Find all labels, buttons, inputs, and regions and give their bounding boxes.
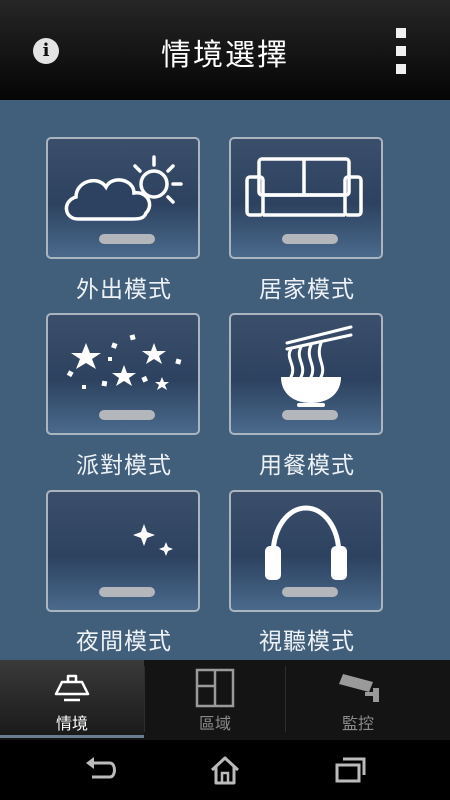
scene-tile-av[interactable] <box>229 490 383 612</box>
scene-indicator <box>282 587 338 597</box>
tab-label: 區域 <box>198 714 231 733</box>
scene-tile-away[interactable] <box>46 137 200 259</box>
scene-label: 派對模式 <box>76 453 172 479</box>
scene-indicator <box>99 587 155 597</box>
system-nav-bar <box>0 740 450 800</box>
recent-apps-icon[interactable] <box>334 755 366 785</box>
tab-label: 監控 <box>341 714 374 733</box>
scene-tile-party[interactable] <box>46 313 200 435</box>
tab-monitor[interactable]: 監控 <box>286 660 430 738</box>
page-title: 情境選擇 <box>161 38 289 73</box>
scene-label: 居家模式 <box>259 277 355 303</box>
scene-tile-night[interactable] <box>46 490 200 612</box>
bottom-tab-bar: 情境 區域 監控 <box>0 660 450 740</box>
scene-indicator <box>99 410 155 420</box>
floorplan-icon <box>195 668 235 708</box>
home-icon[interactable] <box>209 755 241 785</box>
lamp-icon <box>54 674 90 702</box>
scene-label: 夜間模式 <box>76 629 172 655</box>
scene-indicator <box>282 410 338 420</box>
scene-grid: 外出模式 居家模式 派對模式 用餐模式 夜間模式 視聽模式 <box>0 100 450 660</box>
scene-label: 外出模式 <box>76 277 172 303</box>
tab-scene[interactable]: 情境 <box>0 660 144 738</box>
overflow-menu-icon[interactable] <box>392 28 412 74</box>
scene-label: 視聽模式 <box>259 629 355 655</box>
scene-indicator <box>282 234 338 244</box>
tab-label: 情境 <box>55 714 88 733</box>
scene-label: 用餐模式 <box>259 453 355 479</box>
scene-tile-dining[interactable] <box>229 313 383 435</box>
back-icon[interactable] <box>84 755 116 785</box>
app-header: i 情境選擇 <box>0 0 450 100</box>
scene-indicator <box>99 234 155 244</box>
scene-tile-home[interactable] <box>229 137 383 259</box>
tab-zone[interactable]: 區域 <box>145 660 285 738</box>
security-camera-icon <box>339 674 379 702</box>
